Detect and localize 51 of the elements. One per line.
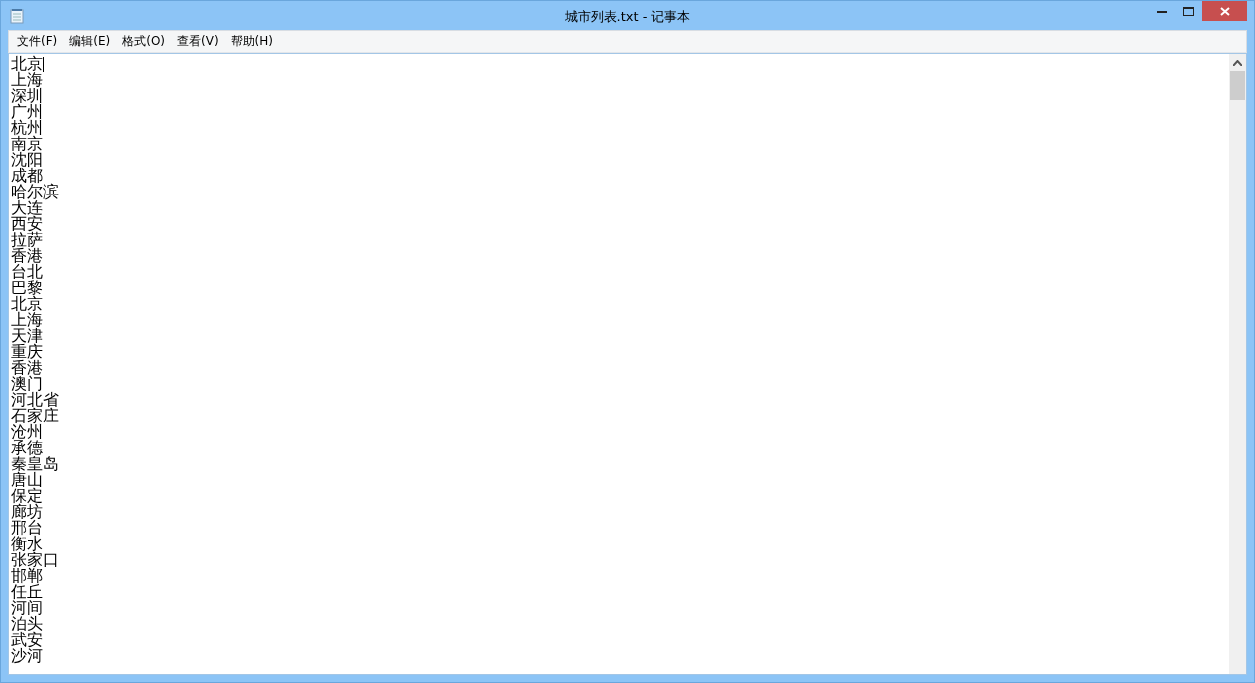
text-line: 沈阳 <box>11 152 43 168</box>
text-line: 邢台 <box>11 520 43 536</box>
menu-item[interactable]: 格式(O) <box>116 31 172 52</box>
text-line: 衡水 <box>11 536 43 552</box>
menu-item[interactable]: 编辑(E) <box>63 31 117 52</box>
text-line: 天津 <box>11 328 43 344</box>
text-line: 拉萨 <box>11 232 43 248</box>
text-line: 邯郸 <box>11 568 43 584</box>
text-line: 泊头 <box>11 616 43 632</box>
text-line: 保定 <box>11 488 43 504</box>
notepad-icon <box>10 7 24 24</box>
text-line: 承德 <box>11 440 43 456</box>
text-line: 香港 <box>11 360 43 376</box>
text-line: 张家口 <box>11 552 59 568</box>
text-line: 廊坊 <box>11 504 43 520</box>
text-line: 南京 <box>11 136 43 152</box>
text-line: 河间 <box>11 600 43 616</box>
menu-item[interactable]: 文件(F) <box>11 31 64 52</box>
text-line: 武安 <box>11 632 43 648</box>
maximize-icon <box>1183 7 1194 16</box>
text-line: 澳门 <box>11 376 43 392</box>
text-line: 秦皇岛 <box>11 456 59 472</box>
window-title: 城市列表.txt - 记事本 <box>564 9 691 24</box>
text-line: 上海 <box>11 312 43 328</box>
text-line: 大连 <box>11 200 43 216</box>
text-line: 杭州 <box>11 120 43 136</box>
menu-item[interactable]: 帮助(H) <box>224 31 279 52</box>
text-line: 台北 <box>11 264 43 280</box>
text-line: 北京 <box>11 56 43 72</box>
text-line: 巴黎 <box>11 280 43 296</box>
text-cursor <box>43 56 44 72</box>
text-line: 石家庄 <box>11 408 59 424</box>
text-line: 北京 <box>11 296 43 312</box>
close-button[interactable] <box>1202 1 1247 21</box>
text-line: 香港 <box>11 248 43 264</box>
text-line: 西安 <box>11 216 43 232</box>
text-line: 唐山 <box>11 472 43 488</box>
text-line: 任丘 <box>11 584 43 600</box>
text-line: 广州 <box>11 104 43 120</box>
text-line: 上海 <box>11 72 43 88</box>
menu-item[interactable]: 查看(V) <box>171 31 225 52</box>
minimize-icon <box>1156 10 1167 13</box>
scrollbar-thumb[interactable] <box>1230 71 1245 100</box>
text-line: 深圳 <box>11 88 43 104</box>
text-line: 成都 <box>11 168 43 184</box>
text-line: 重庆 <box>11 344 43 360</box>
text-line: 哈尔滨 <box>11 184 59 200</box>
text-line: 沙河 <box>11 648 43 664</box>
text-line: 河北省 <box>11 392 59 408</box>
close-icon <box>1219 6 1230 16</box>
text-line: 沧州 <box>11 424 43 440</box>
